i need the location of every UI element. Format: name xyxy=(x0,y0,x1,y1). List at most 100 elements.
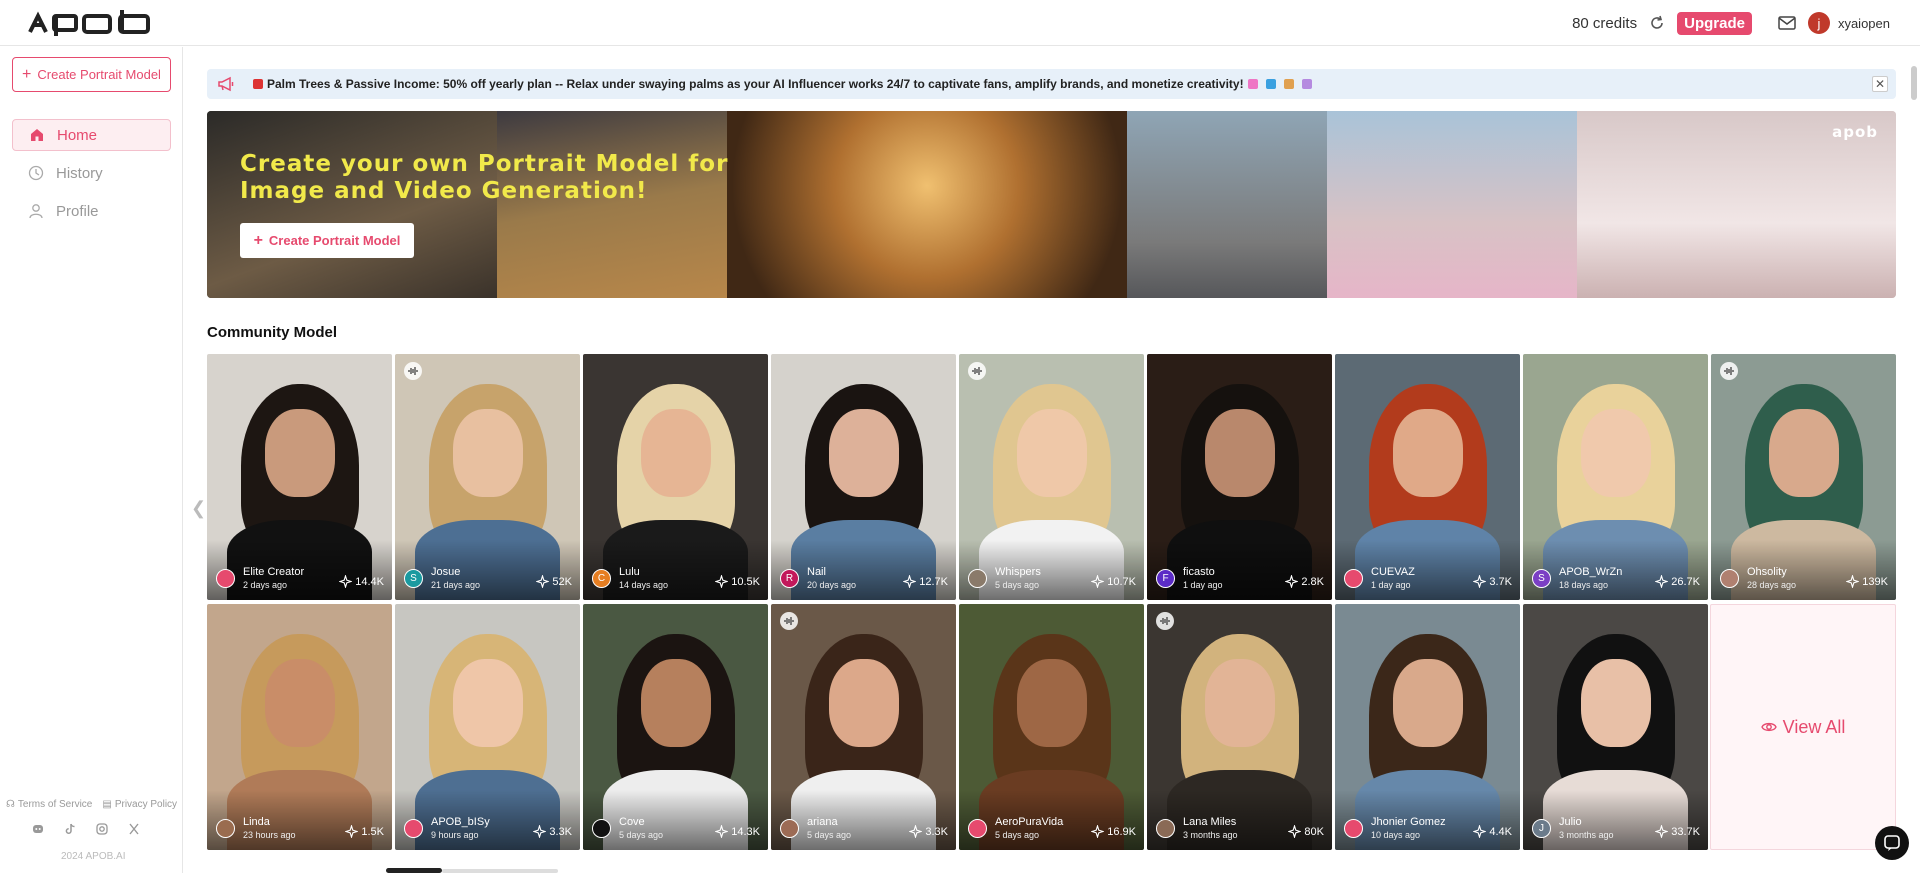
model-card[interactable]: APOB_bISy 9 hours ago 3.3K xyxy=(395,604,580,850)
creator-name[interactable]: Ohsolity xyxy=(1747,566,1787,578)
usage-count: 4.4K xyxy=(1473,825,1512,838)
tiktok-icon[interactable] xyxy=(64,823,76,835)
creator-avatar[interactable] xyxy=(1344,569,1363,588)
creator-avatar[interactable]: S xyxy=(404,569,423,588)
creator-avatar[interactable] xyxy=(968,819,987,838)
portrait-face xyxy=(1016,409,1087,497)
model-card[interactable]: Jhonier Gomez 10 days ago 4.4K xyxy=(1335,604,1520,850)
sparkle-icon xyxy=(533,825,547,838)
usage-count: 10.7K xyxy=(1091,575,1136,588)
sparkle-icon xyxy=(909,825,923,838)
creator-name[interactable]: Julio xyxy=(1559,816,1582,828)
usage-count: 2.8K xyxy=(1285,575,1324,588)
banner-create-portrait-model-button[interactable]: + Create Portrait Model xyxy=(240,223,414,258)
top-bar: 80 credits Upgrade j xyaiopen xyxy=(0,0,1920,46)
x-twitter-icon[interactable] xyxy=(128,823,140,835)
usage-count: 3.3K xyxy=(909,825,948,838)
creator-name[interactable]: Linda xyxy=(243,816,270,828)
close-announcement-button[interactable]: ✕ xyxy=(1872,76,1888,92)
creator-name[interactable]: Cove xyxy=(619,816,645,828)
creator-name[interactable]: APOB_bISy xyxy=(431,816,490,828)
model-card[interactable]: ariana 5 days ago 3.3K xyxy=(771,604,956,850)
create-portrait-model-button[interactable]: + Create Portrait Model xyxy=(12,57,171,92)
model-card[interactable]: Ohsolity 28 days ago 139K xyxy=(1711,354,1896,600)
model-card[interactable]: R Nail 20 days ago 12.7K xyxy=(771,354,956,600)
pager-indicator[interactable] xyxy=(442,869,558,873)
model-card[interactable]: Fficasto 1 day ago 2.8K xyxy=(1147,354,1332,600)
created-time: 5 days ago xyxy=(807,830,852,840)
privacy-link[interactable]: ▤ Privacy Policy xyxy=(102,799,177,810)
portrait-face xyxy=(1204,409,1275,497)
created-time: 20 days ago xyxy=(807,580,857,590)
creator-avatar[interactable]: C xyxy=(592,569,611,588)
view-all-button[interactable]: View All xyxy=(1710,604,1896,850)
creator-avatar[interactable] xyxy=(592,819,611,838)
creator-avatar[interactable] xyxy=(216,819,235,838)
creator-name[interactable]: Whispers xyxy=(995,566,1041,578)
model-card[interactable]: Elite Creator 2 days ago 14.4K xyxy=(207,354,392,600)
discord-icon[interactable] xyxy=(32,823,44,835)
creator-avatar[interactable] xyxy=(216,569,235,588)
chat-support-button[interactable] xyxy=(1875,826,1909,860)
terms-link[interactable]: ☊ Terms of Service xyxy=(6,799,92,810)
creator-avatar[interactable] xyxy=(968,569,987,588)
sidebar-item-profile[interactable]: Profile xyxy=(12,195,171,227)
creator-avatar[interactable] xyxy=(780,819,799,838)
creator-avatar[interactable] xyxy=(1156,819,1175,838)
creator-name[interactable]: Lulu xyxy=(619,566,640,578)
creator-avatar[interactable]: S xyxy=(1532,569,1551,588)
sidebar-item-home[interactable]: Home xyxy=(12,119,171,151)
username[interactable]: xyaiopen xyxy=(1838,16,1890,31)
upgrade-button[interactable]: Upgrade xyxy=(1677,11,1752,35)
apob-logo[interactable] xyxy=(28,10,154,36)
creator-name[interactable]: ariana xyxy=(807,816,838,828)
creator-avatar[interactable] xyxy=(1720,569,1739,588)
creator-name[interactable]: Jhonier Gomez xyxy=(1371,816,1446,828)
refresh-icon[interactable] xyxy=(1649,15,1665,31)
creator-name[interactable]: Lana Miles xyxy=(1183,816,1236,828)
scrollbar[interactable] xyxy=(1911,66,1917,100)
creator-name[interactable]: APOB_WrZn xyxy=(1559,566,1622,578)
eye-icon xyxy=(1760,722,1777,732)
model-card[interactable]: C Lulu 14 days ago 10.5K xyxy=(583,354,768,600)
usage-count-value: 3.3K xyxy=(925,825,948,838)
model-card[interactable]: CUEVAZ 1 day ago 3.7K xyxy=(1335,354,1520,600)
creator-name[interactable]: Elite Creator xyxy=(243,566,304,578)
model-card[interactable]: Whispers 5 days ago 10.7K xyxy=(959,354,1144,600)
creator-name[interactable]: Nail xyxy=(807,566,826,578)
creator-avatar[interactable]: R xyxy=(780,569,799,588)
usage-count: 10.5K xyxy=(715,575,760,588)
creator-avatar[interactable] xyxy=(404,819,423,838)
creator-name[interactable]: Josue xyxy=(431,566,460,578)
creator-avatar[interactable]: J xyxy=(1532,819,1551,838)
model-card[interactable]: Lana Miles 3 months ago 80K xyxy=(1147,604,1332,850)
sidebar-item-history[interactable]: History xyxy=(12,157,171,189)
card-shade xyxy=(583,540,768,600)
pager-indicator-active[interactable] xyxy=(386,868,442,873)
creator-avatar[interactable] xyxy=(1344,819,1363,838)
creator-name[interactable]: ficasto xyxy=(1183,566,1215,578)
model-card[interactable]: Cove 5 days ago 14.3K xyxy=(583,604,768,850)
sparkle-icon xyxy=(339,575,353,588)
creator-name[interactable]: CUEVAZ xyxy=(1371,566,1415,578)
portrait-face xyxy=(640,409,711,497)
portrait-face xyxy=(452,659,523,747)
model-card[interactable]: Linda 23 hours ago 1.5K xyxy=(207,604,392,850)
usage-count: 33.7K xyxy=(1655,825,1700,838)
usage-count-value: 4.4K xyxy=(1489,825,1512,838)
model-card[interactable]: AeroPuraVida 5 days ago 16.9K xyxy=(959,604,1144,850)
instagram-icon[interactable] xyxy=(96,823,108,835)
model-card[interactable]: J Julio 3 months ago 33.7K xyxy=(1523,604,1708,850)
user-avatar[interactable]: j xyxy=(1807,12,1830,34)
model-card[interactable]: S APOB_WrZn 18 days ago 26.7K xyxy=(1523,354,1708,600)
model-card[interactable]: S Josue 21 days ago 52K xyxy=(395,354,580,600)
sparkle-icon xyxy=(903,575,917,588)
creator-avatar[interactable]: F xyxy=(1156,569,1175,588)
cocktail-emoji-icon xyxy=(1283,79,1294,89)
created-time: 10 days ago xyxy=(1371,830,1421,840)
portrait-face xyxy=(828,659,899,747)
creator-name[interactable]: AeroPuraVida xyxy=(995,816,1063,828)
credits-count: 80 credits xyxy=(1572,14,1638,32)
collapse-sidebar-icon[interactable]: ❮ xyxy=(191,498,206,519)
mail-icon[interactable] xyxy=(1778,16,1796,30)
